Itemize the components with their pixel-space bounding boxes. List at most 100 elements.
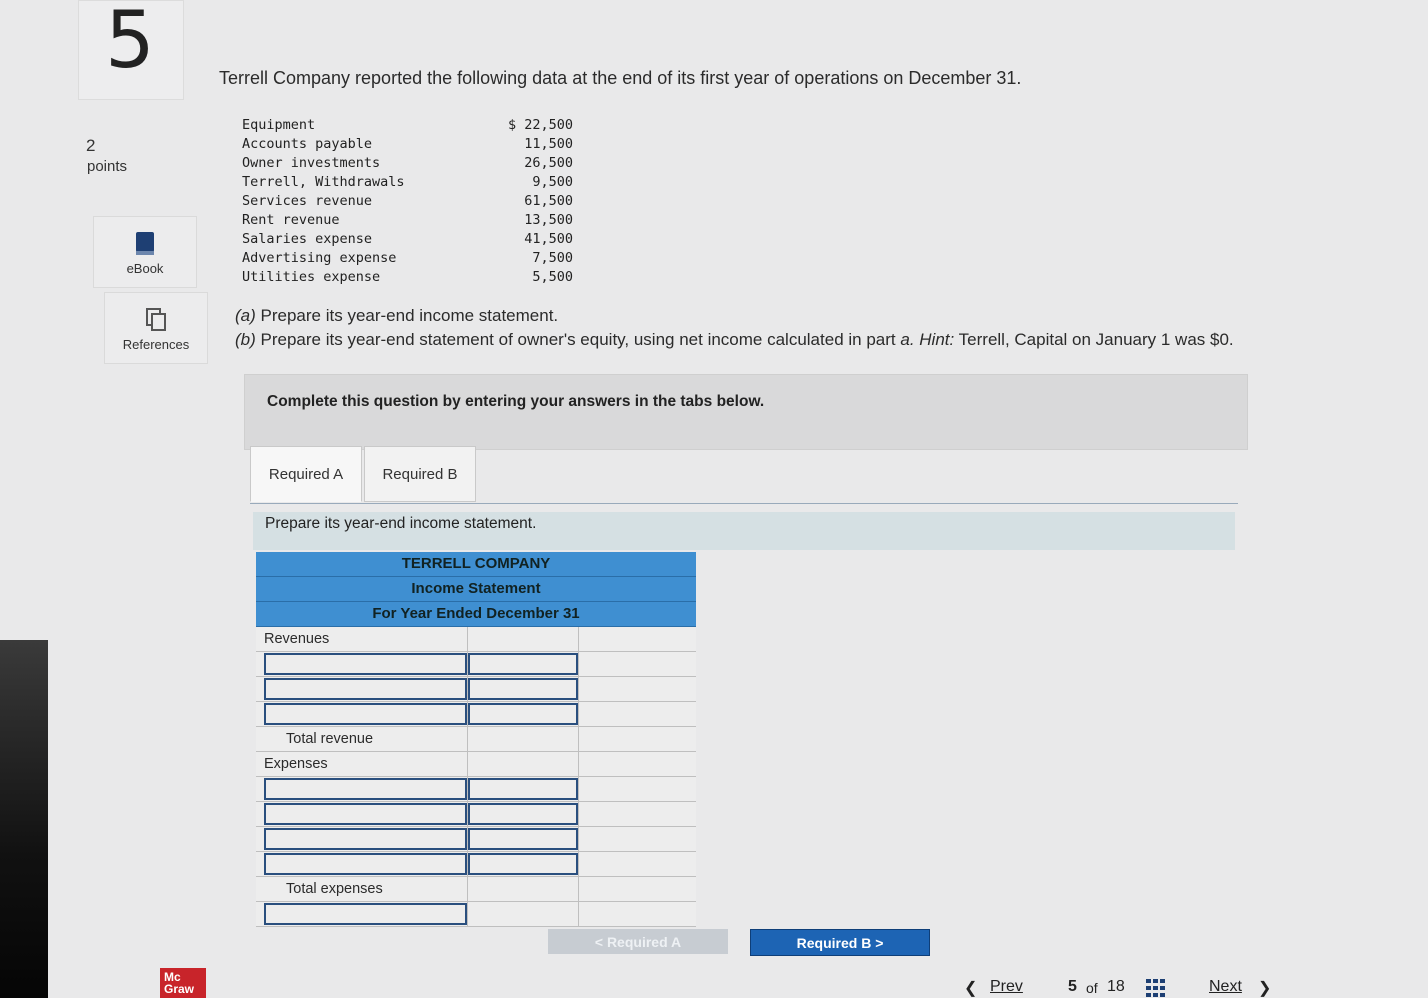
data-amount: 13,500: [524, 212, 573, 228]
question-prompt: Terrell Company reported the following d…: [219, 68, 1022, 88]
revenue-account-select[interactable]: [264, 703, 467, 725]
table-row: Total revenue: [256, 727, 696, 752]
ebook-label: eBook: [126, 261, 164, 276]
points-label: points: [87, 158, 128, 175]
data-row: Advertising expense 7,500: [240, 249, 585, 268]
data-label: Salaries expense: [242, 231, 373, 247]
net-income-label-select[interactable]: [264, 903, 467, 925]
income-statement-table: TERRELL COMPANY Income Statement For Yea…: [256, 552, 696, 927]
expense-amount-input[interactable]: [468, 828, 578, 850]
table-row: [256, 652, 696, 677]
prev-required-button[interactable]: < Required A: [548, 929, 728, 954]
data-label: Terrell, Withdrawals: [242, 174, 405, 190]
table-row: Expenses: [256, 752, 696, 777]
part-b-letter: (b): [235, 330, 256, 349]
table-row: [256, 902, 696, 927]
revenues-label: Revenues: [256, 627, 468, 651]
total-expenses-label: Total expenses: [256, 877, 468, 901]
mcgraw-logo: Mc Graw: [160, 968, 206, 998]
table-row: Total expenses: [256, 877, 696, 902]
total-revenue-label: Total revenue: [256, 727, 468, 751]
points-value: 2: [86, 136, 96, 155]
data-label: Utilities expense: [242, 269, 381, 285]
data-row: Accounts payable 11,500: [240, 135, 585, 154]
ebook-button[interactable]: eBook: [93, 216, 197, 288]
data-amount: 61,500: [524, 193, 573, 209]
data-label: Equipment: [242, 117, 316, 133]
expense-account-select[interactable]: [264, 853, 467, 875]
part-b-ref: a.: [900, 330, 915, 349]
total-revenue-cell[interactable]: [579, 727, 687, 751]
part-b-hint-text: Terrell, Capital on January 1 was $0.: [958, 330, 1234, 349]
page-current: 5: [1068, 978, 1077, 995]
revenue-amount-input[interactable]: [468, 653, 578, 675]
revenue-account-select[interactable]: [264, 653, 467, 675]
expense-account-select[interactable]: [264, 803, 467, 825]
table-row: [256, 677, 696, 702]
table-row: [256, 777, 696, 802]
data-label: Advertising expense: [242, 250, 397, 266]
data-row: Equipment $ 22,500: [240, 116, 585, 135]
table-row: Revenues: [256, 627, 696, 652]
next-required-button[interactable]: Required B >: [750, 929, 930, 956]
part-a-text: Prepare its year-end income statement.: [260, 306, 559, 325]
instruction-box: Complete this question by entering your …: [244, 374, 1248, 450]
expense-amount-input[interactable]: [468, 803, 578, 825]
page-of: of: [1086, 980, 1098, 996]
net-income-cell[interactable]: [579, 902, 687, 926]
table-row: [256, 827, 696, 852]
prev-link[interactable]: Prev: [990, 978, 1023, 996]
data-label: Accounts payable: [242, 136, 373, 152]
part-b-hint-label: Hint:: [919, 330, 955, 349]
statement-title: Income Statement: [256, 577, 696, 602]
revenue-account-select[interactable]: [264, 678, 467, 700]
data-row: Utilities expense 5,500: [240, 268, 585, 287]
data-amount: 7,500: [532, 250, 573, 266]
data-row: Rent revenue 13,500: [240, 211, 585, 230]
part-a: (a) Prepare its year-end income statemen…: [235, 306, 558, 326]
tab-prompt: Prepare its year-end income statement.: [253, 512, 1235, 550]
instruction-text: Complete this question by entering your …: [267, 393, 765, 410]
data-amount: 5,500: [532, 269, 573, 285]
data-list: Equipment $ 22,500 Accounts payable 11,500…: [240, 116, 585, 287]
next-link[interactable]: Next: [1209, 978, 1242, 996]
part-b: (b) Prepare its year-end statement of ow…: [235, 330, 1234, 350]
expense-account-select[interactable]: [264, 828, 467, 850]
table-row: [256, 802, 696, 827]
tab-required-b[interactable]: Required B: [364, 446, 476, 502]
total-expenses-cell[interactable]: [579, 877, 687, 901]
data-amount: 26,500: [524, 155, 573, 171]
data-amount: 41,500: [524, 231, 573, 247]
expense-amount-input[interactable]: [468, 853, 578, 875]
question-number: 5: [105, 0, 155, 86]
expense-amount-input[interactable]: [468, 778, 578, 800]
page-total: 18: [1107, 978, 1125, 995]
references-button[interactable]: References: [104, 292, 208, 364]
revenue-amount-input[interactable]: [468, 703, 578, 725]
data-label: Rent revenue: [242, 212, 340, 228]
part-a-letter: (a): [235, 306, 256, 325]
statement-period: For Year Ended December 31: [256, 602, 696, 627]
data-row: Services revenue 61,500: [240, 192, 585, 211]
data-row: Terrell, Withdrawals 9,500: [240, 173, 585, 192]
table-row: [256, 702, 696, 727]
chevron-left-icon[interactable]: ❮: [964, 978, 977, 998]
ebook-icon: [136, 232, 154, 255]
data-label: Services revenue: [242, 193, 373, 209]
tab-required-a[interactable]: Required A: [250, 446, 362, 502]
data-row: Salaries expense 41,500: [240, 230, 585, 249]
data-amount: 9,500: [532, 174, 573, 190]
expense-account-select[interactable]: [264, 778, 467, 800]
statement-company: TERRELL COMPANY: [256, 552, 696, 577]
screen-bezel: [0, 640, 48, 998]
logo-line2: Graw: [164, 982, 195, 996]
table-row: [256, 852, 696, 877]
data-amount: $ 22,500: [507, 117, 573, 133]
references-label: References: [122, 337, 190, 352]
revenue-amount-input[interactable]: [468, 678, 578, 700]
chevron-right-icon[interactable]: ❯: [1258, 978, 1271, 998]
grid-icon[interactable]: [1146, 979, 1166, 997]
part-b-text: Prepare its year-end statement of owner'…: [260, 330, 896, 349]
data-amount: 11,500: [524, 136, 573, 152]
references-icon: [146, 308, 166, 331]
